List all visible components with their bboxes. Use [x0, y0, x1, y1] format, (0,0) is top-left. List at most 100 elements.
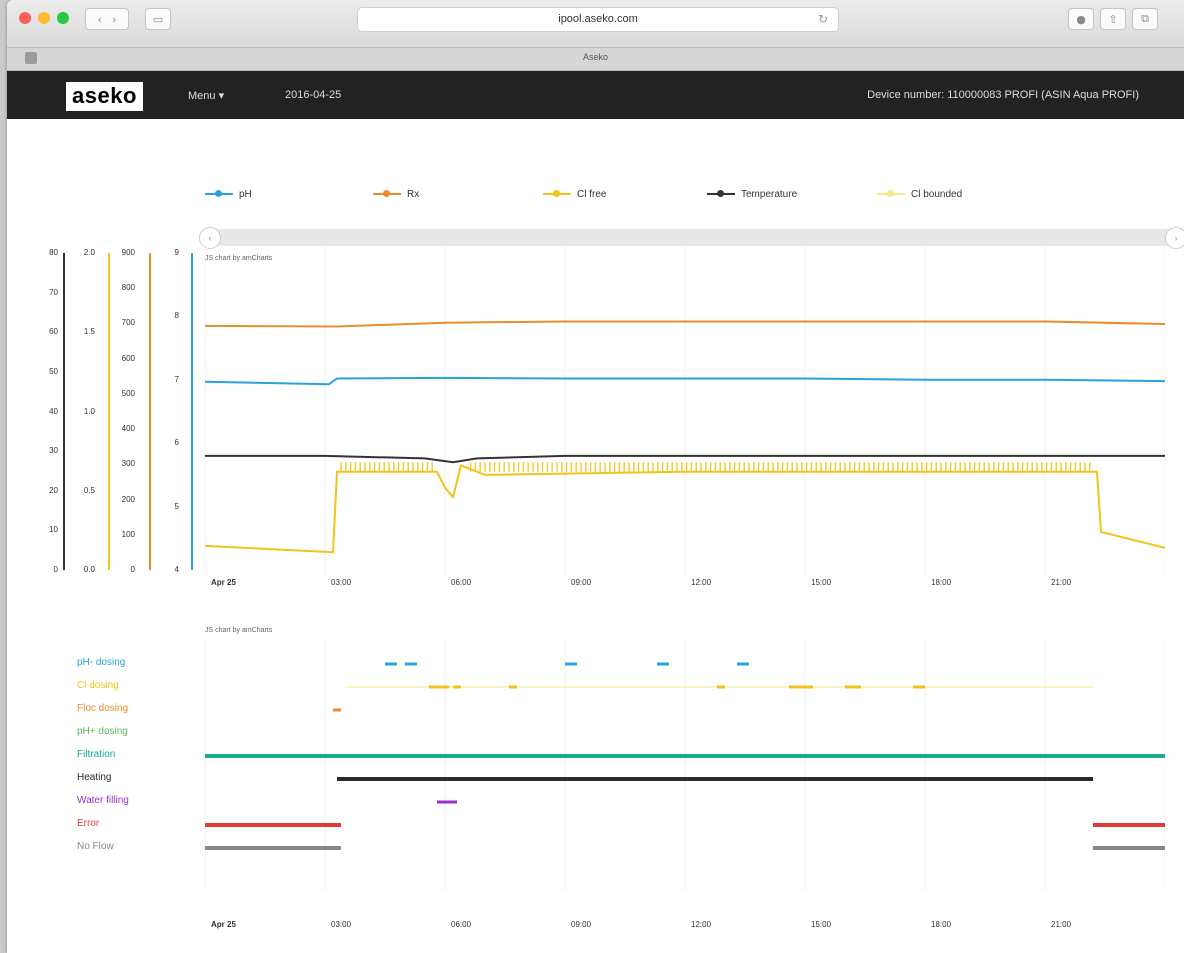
- temp-axis-tick: 0: [53, 565, 58, 574]
- event-label[interactable]: Floc dosing: [77, 703, 128, 714]
- cl-axis-tick: 0.5: [83, 485, 95, 495]
- tabs-icon: ⧉: [1141, 12, 1149, 25]
- url-text: ipool.aseko.com: [558, 13, 638, 25]
- rx-axis-tick: 200: [121, 494, 135, 504]
- event-label[interactable]: Cl dosing: [77, 680, 119, 691]
- event-segment-error: [1093, 823, 1165, 827]
- cl-axis-tick: 0.0: [83, 565, 95, 574]
- temp-axis-tick: 30: [49, 446, 58, 456]
- chart-scrollbar[interactable]: ‹ ›: [199, 227, 1184, 249]
- forward-icon[interactable]: ›: [112, 13, 116, 26]
- legend-item-cl-bounded[interactable]: Cl bounded: [877, 186, 962, 202]
- minimize-window-button[interactable]: [38, 12, 50, 24]
- rx-axis-tick: 700: [121, 318, 135, 328]
- selected-date[interactable]: 2016-04-25: [285, 89, 341, 101]
- event-label[interactable]: Heating: [77, 772, 111, 783]
- app-navbar: aseko Menu ▾ 2016-04-25 Device number: 1…: [7, 71, 1184, 119]
- share-button[interactable]: ⇧: [1100, 8, 1126, 30]
- event-segment-ph-dosing: [737, 662, 749, 666]
- time-tick: 18:00: [931, 920, 952, 929]
- event-label[interactable]: pH+ dosing: [77, 726, 128, 737]
- time-tick: Apr 25: [211, 578, 236, 587]
- legend-item-ph[interactable]: pH: [205, 186, 252, 202]
- time-tick: 12:00: [691, 578, 712, 587]
- rx-axis-tick: 100: [121, 529, 135, 539]
- legend-item-temperature[interactable]: Temperature: [707, 186, 797, 202]
- cl-axis-tick: 1.0: [83, 406, 95, 416]
- event-label[interactable]: Filtration: [77, 749, 115, 760]
- ph-axis-tick: 5: [174, 501, 179, 511]
- ph-axis-tick: 6: [174, 438, 179, 448]
- rx-axis-line: [149, 253, 151, 570]
- event-segment-cl-dosing: [845, 685, 861, 689]
- tabs-button[interactable]: ⧉: [1132, 8, 1158, 30]
- event-segment-floc-dosing: [333, 708, 341, 712]
- temp-axis-tick: 10: [49, 525, 58, 535]
- share-icon: ⇧: [1108, 12, 1118, 26]
- time-tick: 12:00: [691, 920, 712, 929]
- address-bar[interactable]: ipool.aseko.com ↻: [357, 7, 839, 32]
- zoom-window-button[interactable]: [57, 12, 69, 24]
- event-segment-no-flow: [1093, 846, 1165, 850]
- event-label[interactable]: Error: [77, 818, 99, 829]
- events-chart[interactable]: [205, 640, 1165, 890]
- extension-button[interactable]: ●: [1068, 8, 1094, 30]
- temp-axis-tick: 70: [49, 287, 58, 297]
- event-segment-error: [205, 823, 341, 827]
- tab-title[interactable]: Aseko: [7, 52, 1184, 62]
- time-tick: 03:00: [331, 578, 352, 587]
- temp-axis-tick: 80: [49, 248, 58, 257]
- event-segment-cl-dosing: [717, 685, 725, 689]
- browser-toolbar: ‹ › ▭ ipool.aseko.com ↻ ● ⇧ ⧉: [7, 0, 1184, 48]
- menu-dropdown[interactable]: Menu ▾: [188, 89, 224, 102]
- temp-axis-tick: 60: [49, 327, 58, 337]
- ph-axis-tick: 8: [174, 311, 179, 321]
- browser-window: ‹ › ▭ ipool.aseko.com ↻ ● ⇧ ⧉ Aseko asek…: [7, 0, 1184, 953]
- rx-axis-tick: 400: [121, 424, 135, 434]
- temp-axis-tick: 50: [49, 366, 58, 376]
- time-tick: 06:00: [451, 920, 472, 929]
- event-segment-cl-dosing: [913, 685, 925, 689]
- ph-axis-tick: 4: [174, 565, 179, 574]
- event-segment-water-filling: [437, 800, 457, 804]
- legend-marker: [877, 190, 905, 197]
- legend-label: Cl bounded: [911, 188, 963, 200]
- main-chart[interactable]: [205, 245, 1165, 575]
- time-tick: 15:00: [811, 578, 832, 587]
- event-segment-ph-dosing: [657, 662, 669, 666]
- event-label[interactable]: Water filling: [77, 795, 129, 806]
- time-tick: 18:00: [931, 578, 952, 587]
- cl-axis-tick: 2.0: [83, 248, 95, 257]
- cl-free-spikes: [340, 462, 1091, 472]
- ph-axis-tick: 9: [174, 248, 179, 257]
- event-segment-heating: [337, 777, 1093, 781]
- legend-item-rx[interactable]: Rx: [373, 186, 419, 202]
- reload-icon[interactable]: ↻: [818, 8, 828, 31]
- event-segment-filtration: [205, 754, 1165, 758]
- event-label[interactable]: pH- dosing: [77, 657, 125, 668]
- legend-label: Rx: [407, 188, 420, 200]
- event-label[interactable]: No Flow: [77, 841, 114, 852]
- ph-axis-line: [191, 253, 193, 570]
- event-segment-cl-dosing: [789, 685, 813, 689]
- back-forward-buttons[interactable]: ‹ ›: [85, 8, 129, 30]
- scroll-right-handle[interactable]: ›: [1165, 227, 1184, 249]
- window-controls: [19, 12, 69, 24]
- rx-axis-tick: 300: [121, 459, 135, 469]
- time-tick: 06:00: [451, 578, 472, 587]
- close-window-button[interactable]: [19, 12, 31, 24]
- aseko-logo[interactable]: aseko: [66, 82, 143, 111]
- rx-axis-tick: 900: [121, 248, 135, 257]
- event-segment-no-flow: [205, 846, 341, 850]
- sidebar-toggle-button[interactable]: ▭: [145, 8, 171, 30]
- amcharts-credit-events[interactable]: JS chart by amCharts: [205, 627, 272, 634]
- time-tick: 21:00: [1051, 578, 1072, 587]
- event-segment-cl-dosing: [453, 685, 461, 689]
- rx-axis-tick: 0: [130, 565, 135, 574]
- cl-axis-line: [108, 253, 110, 570]
- legend-marker: [543, 190, 571, 197]
- legend-label: pH: [239, 188, 252, 200]
- legend-item-cl-free[interactable]: Cl free: [543, 186, 606, 202]
- back-icon[interactable]: ‹: [97, 13, 101, 26]
- event-segment-ph-dosing: [405, 662, 417, 666]
